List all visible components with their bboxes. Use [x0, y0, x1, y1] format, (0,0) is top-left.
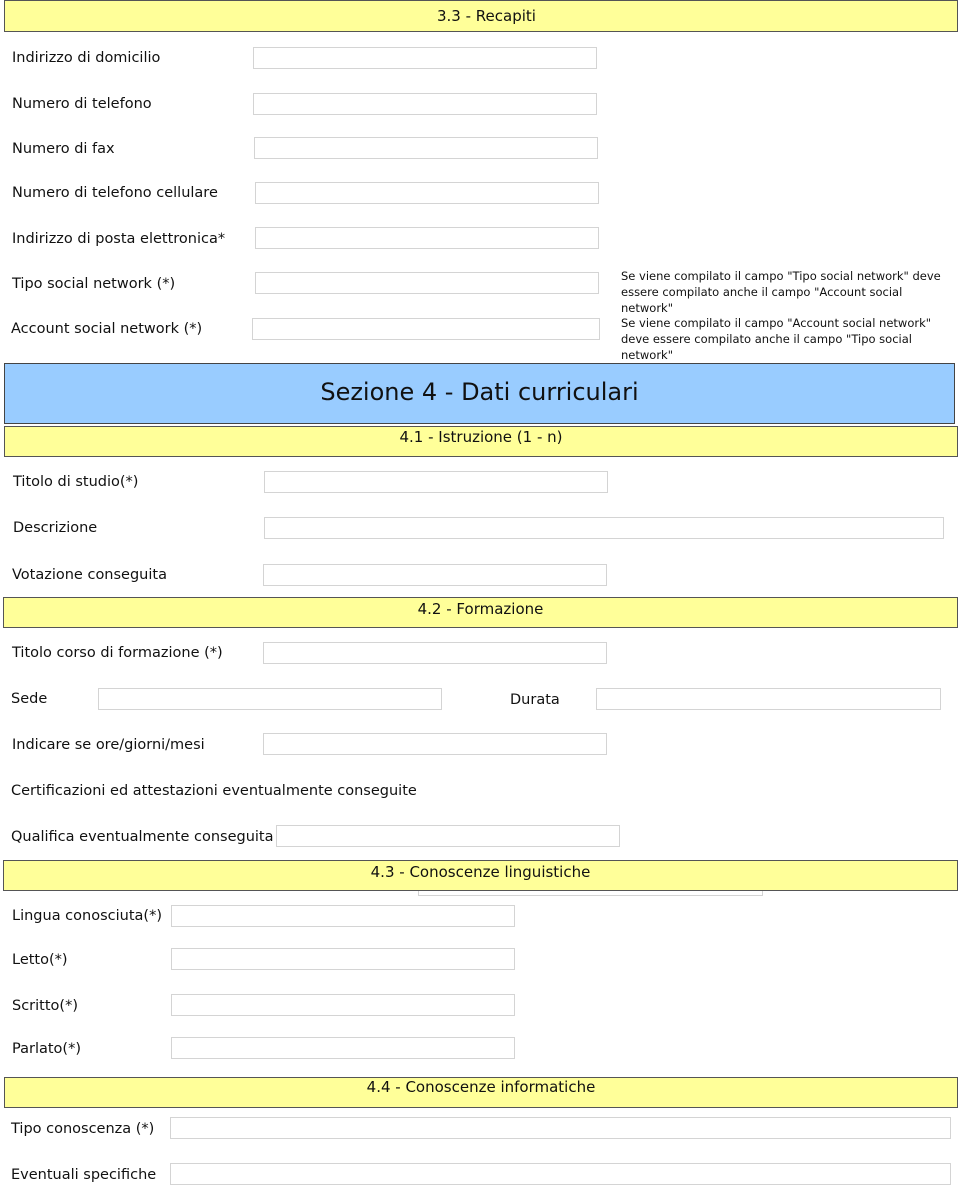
numero-cellulare-label: Numero di telefono cellulare [12, 185, 218, 201]
titolo-corso-input[interactable] [263, 642, 607, 664]
votazione-label: Votazione conseguita [12, 567, 167, 583]
section-4-2-title: 4.2 - Formazione [417, 600, 544, 618]
tipo-conoscenza-label: Tipo conoscenza (*) [11, 1121, 155, 1137]
sede-label: Sede [11, 691, 48, 707]
section-4-3-header: 4.3 - Conoscenze linguistiche [3, 860, 958, 891]
section-4-3-title: 4.3 - Conoscenze linguistiche [370, 863, 591, 881]
account-social-note: Se viene compilato il campo "Account soc… [621, 316, 932, 362]
durata-input[interactable] [596, 688, 941, 710]
section-4-4-header: 4.4 - Conoscenze informatiche [4, 1077, 958, 1108]
lingua-label: Lingua conosciuta(*) [12, 908, 162, 924]
descrizione-input[interactable] [264, 517, 944, 539]
titolo-studio-label: Titolo di studio(*) [13, 474, 139, 490]
section-4-4-title: 4.4 - Conoscenze informatiche [366, 1078, 596, 1096]
sede-input[interactable] [98, 688, 442, 710]
scritto-label: Scritto(*) [12, 998, 78, 1014]
tipo-social-note: Se viene compilato il campo "Tipo social… [621, 269, 941, 315]
tipo-social-label: Tipo social network (*) [12, 276, 176, 292]
certificazioni-label: Certificazioni ed attestazioni eventualm… [11, 783, 417, 799]
indirizzo-domicilio-input[interactable] [253, 47, 597, 69]
votazione-input[interactable] [263, 564, 607, 586]
qualifica-input[interactable] [276, 825, 620, 847]
qualifica-label: Qualifica eventualmente conseguita [11, 829, 274, 845]
tipo-social-input[interactable] [255, 272, 599, 294]
unita-durata-input[interactable] [263, 733, 607, 755]
numero-cellulare-input[interactable] [255, 182, 599, 204]
eventuali-specifiche-label: Eventuali specifiche [11, 1167, 157, 1183]
indirizzo-domicilio-label: Indirizzo di domicilio [12, 50, 161, 66]
letto-input[interactable] [171, 948, 515, 970]
numero-fax-input[interactable] [254, 137, 598, 159]
section-4-2-header: 4.2 - Formazione [3, 597, 958, 628]
lingua-input[interactable] [171, 905, 515, 927]
numero-telefono-label: Numero di telefono [12, 96, 152, 112]
durata-label: Durata [510, 692, 560, 708]
section-4-1-header: 4.1 - Istruzione (1 - n) [4, 426, 958, 457]
email-label: Indirizzo di posta elettronica* [12, 231, 226, 247]
scritto-input[interactable] [171, 994, 515, 1016]
numero-fax-label: Numero di fax [12, 141, 115, 157]
letto-label: Letto(*) [12, 952, 68, 968]
unita-durata-label: Indicare se ore/giorni/mesi [12, 737, 205, 753]
numero-telefono-input[interactable] [253, 93, 597, 115]
titolo-studio-input[interactable] [264, 471, 608, 493]
parlato-label: Parlato(*) [12, 1041, 81, 1057]
descrizione-label: Descrizione [13, 520, 98, 536]
section-3-3-header: 3.3 - Recapiti [4, 0, 958, 32]
section-4-1-title: 4.1 - Istruzione (1 - n) [399, 428, 563, 446]
parlato-input[interactable] [171, 1037, 515, 1059]
email-input[interactable] [255, 227, 599, 249]
section-3-3-title: 3.3 - Recapiti [437, 7, 536, 25]
tipo-conoscenza-input[interactable] [170, 1117, 951, 1139]
account-social-input[interactable] [252, 318, 600, 340]
section-4-title: Sezione 4 - Dati curriculari [320, 378, 639, 406]
eventuali-specifiche-input[interactable] [170, 1163, 951, 1185]
account-social-label: Account social network (*) [11, 321, 203, 337]
section-4-header: Sezione 4 - Dati curriculari [4, 363, 955, 424]
titolo-corso-label: Titolo corso di formazione (*) [12, 645, 223, 661]
